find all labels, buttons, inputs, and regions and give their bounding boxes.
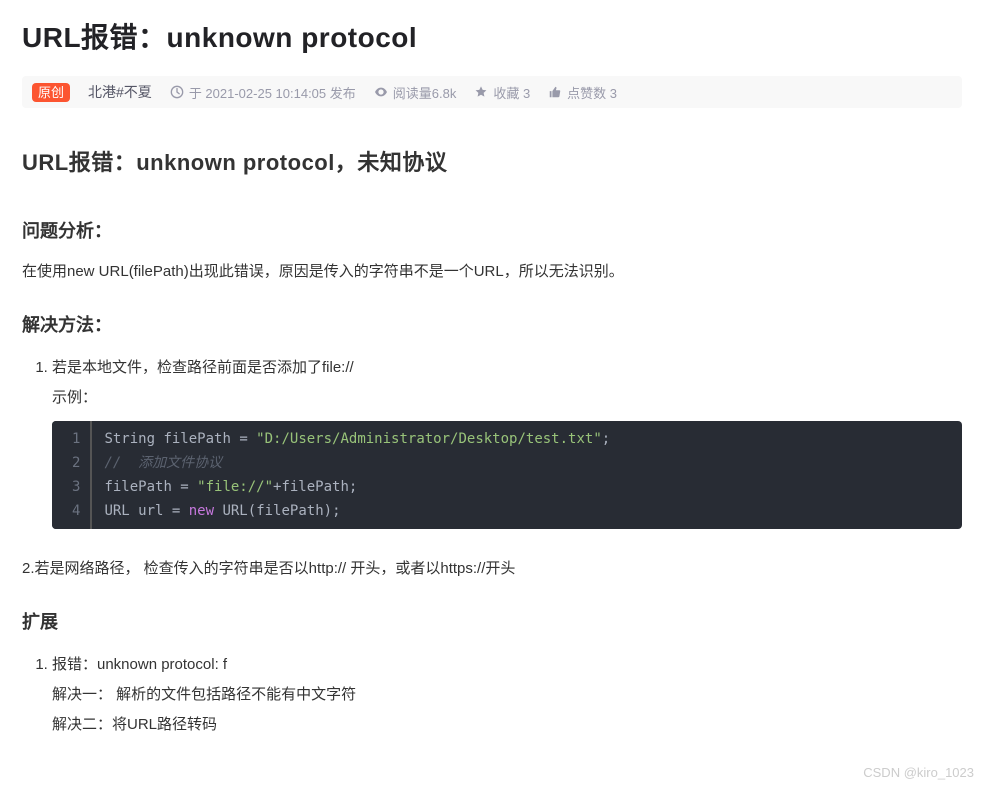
author-link[interactable]: 北港#不夏 <box>88 82 152 102</box>
star-icon <box>474 85 488 99</box>
page-title: URL报错：unknown protocol <box>22 16 962 56</box>
list-item: 若是本地文件，检查路径前面是否添加了file:// 示例： 1234 Strin… <box>52 353 962 529</box>
extend-sol2: 解决二：将URL路径转码 <box>52 710 962 740</box>
likes-meta[interactable]: 点赞数 3 <box>548 83 617 102</box>
code-block: 1234 String filePath = "D:/Users/Adminis… <box>52 421 962 529</box>
extend-heading: 扩展 <box>22 605 962 639</box>
meta-bar: 原创 北港#不夏 于 2021-02-25 10:14:05 发布 阅读量6.8… <box>22 76 962 108</box>
views-meta: 阅读量6.8k <box>374 83 457 102</box>
views-count: 阅读量6.8k <box>393 83 457 102</box>
solution-li1-line1: 若是本地文件，检查路径前面是否添加了file:// <box>52 359 354 376</box>
publish-meta: 于 2021-02-25 10:14:05 发布 <box>170 83 356 102</box>
favorites-count: 收藏 3 <box>493 83 530 102</box>
solution-heading: 解决方法： <box>22 308 962 342</box>
watermark: CSDN @kiro_1023 <box>863 765 974 780</box>
solution-li1-line2: 示例： <box>52 383 962 413</box>
subtitle: URL报错：unknown protocol，未知协议 <box>22 142 962 184</box>
solution-list: 若是本地文件，检查路径前面是否添加了file:// 示例： 1234 Strin… <box>22 353 962 529</box>
extend-sol1: 解决一： 解析的文件包括路径不能有中文字符 <box>52 680 962 710</box>
favorites-meta[interactable]: 收藏 3 <box>474 83 530 102</box>
likes-count: 点赞数 3 <box>567 83 617 102</box>
clock-icon <box>170 85 184 99</box>
list-item: 报错：unknown protocol: f 解决一： 解析的文件包括路径不能有… <box>52 650 962 740</box>
publish-time: 于 2021-02-25 10:14:05 发布 <box>189 83 356 102</box>
thumb-up-icon <box>548 85 562 99</box>
analysis-heading: 问题分析： <box>22 214 962 248</box>
extend-list: 报错：unknown protocol: f 解决一： 解析的文件包括路径不能有… <box>22 650 962 740</box>
original-badge: 原创 <box>32 83 70 102</box>
code-lines[interactable]: String filePath = "D:/Users/Administrato… <box>90 421 962 529</box>
eye-icon <box>374 85 388 99</box>
extend-li1: 报错：unknown protocol: f <box>52 656 227 673</box>
analysis-body: 在使用new URL(filePath)出现此错误，原因是传入的字符串不是一个U… <box>22 258 962 287</box>
code-gutter: 1234 <box>52 421 90 529</box>
solution-li2: 2.若是网络路径， 检查传入的字符串是否以http:// 开头，或者以https… <box>22 555 962 584</box>
article-content: URL报错：unknown protocol，未知协议 问题分析： 在使用new… <box>22 108 962 740</box>
